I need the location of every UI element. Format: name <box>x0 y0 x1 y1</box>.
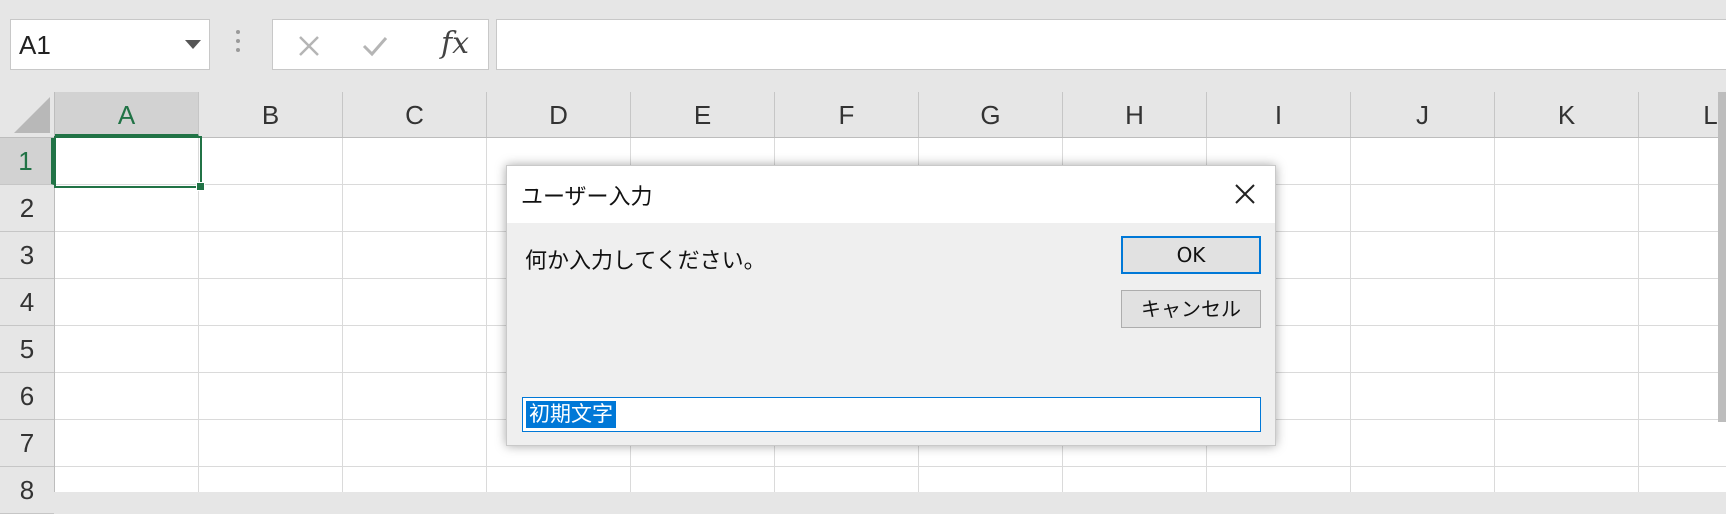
row-header-2[interactable]: 2 <box>0 185 54 232</box>
column-header-k[interactable]: K <box>1495 92 1639 137</box>
formula-input[interactable] <box>496 19 1726 70</box>
column-header-d[interactable]: D <box>487 92 631 137</box>
column-header-h[interactable]: H <box>1063 92 1207 137</box>
vertical-scrollbar[interactable] <box>1718 92 1726 422</box>
dialog-title: ユーザー入力 <box>521 185 653 210</box>
cancel-icon[interactable] <box>297 34 321 58</box>
active-cell-a1[interactable] <box>54 136 205 191</box>
row-header-8[interactable]: 8 <box>0 467 54 514</box>
row-header-4[interactable]: 4 <box>0 279 54 326</box>
column-header-l[interactable]: L <box>1639 92 1726 137</box>
row-header-3[interactable]: 3 <box>0 232 54 279</box>
dialog-text-input[interactable]: 初期文字 <box>522 397 1261 432</box>
column-header-b[interactable]: B <box>199 92 343 137</box>
row-header-7[interactable]: 7 <box>0 420 54 467</box>
ok-button[interactable]: OK <box>1121 236 1261 274</box>
row-headers: 1 2 3 4 5 6 7 8 <box>0 138 55 514</box>
close-icon[interactable] <box>1229 178 1261 210</box>
dialog-input-selected-text: 初期文字 <box>526 401 616 428</box>
formula-actions: fx <box>272 19 489 70</box>
fill-handle[interactable] <box>196 182 205 191</box>
check-icon[interactable] <box>361 34 389 58</box>
insert-function-icon[interactable]: fx <box>441 26 469 61</box>
column-headers: A B C D E F G H I J K L <box>55 92 1726 138</box>
dialog-titlebar[interactable]: ユーザー入力 <box>507 166 1275 223</box>
row-header-5[interactable]: 5 <box>0 326 54 373</box>
column-header-g[interactable]: G <box>919 92 1063 137</box>
column-header-f[interactable]: F <box>775 92 919 137</box>
select-all-corner[interactable] <box>0 92 55 138</box>
drag-handle-icon[interactable] <box>236 30 240 58</box>
cancel-button[interactable]: キャンセル <box>1121 290 1261 328</box>
chevron-down-icon[interactable] <box>185 40 201 49</box>
column-header-j[interactable]: J <box>1351 92 1495 137</box>
row-header-1[interactable]: 1 <box>0 138 54 185</box>
column-header-a[interactable]: A <box>55 92 199 137</box>
input-dialog: ユーザー入力 何か入力してください。 OK キャンセル 初期文字 <box>506 165 1276 446</box>
column-header-i[interactable]: I <box>1207 92 1351 137</box>
row-header-6[interactable]: 6 <box>0 373 54 420</box>
dialog-prompt: 何か入力してください。 <box>525 249 766 274</box>
formula-bar-area: A1 fx <box>0 0 1726 92</box>
name-box[interactable]: A1 <box>10 19 210 70</box>
column-header-c[interactable]: C <box>343 92 487 137</box>
name-box-value: A1 <box>19 30 51 60</box>
column-header-e[interactable]: E <box>631 92 775 137</box>
